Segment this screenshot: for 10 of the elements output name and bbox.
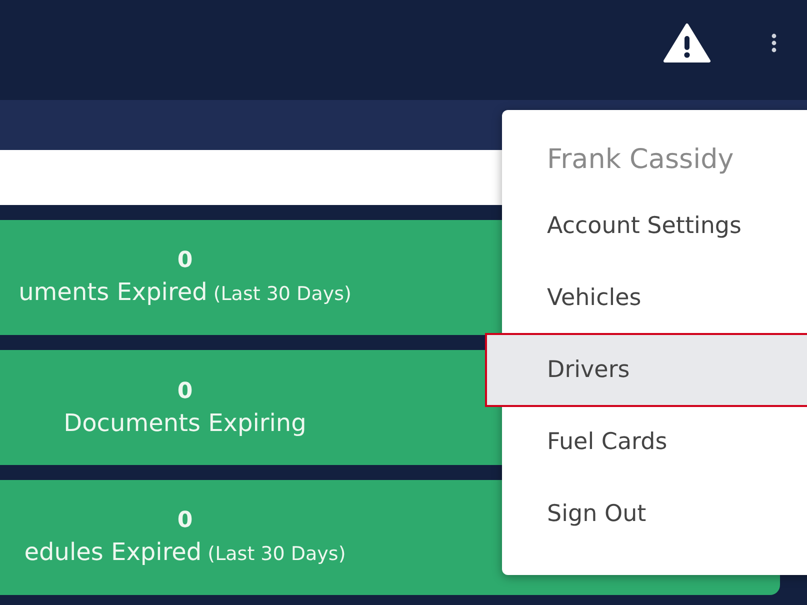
stat-label: Documents Expiring — [64, 408, 306, 438]
stat-count: 0 — [177, 246, 193, 274]
stat-label: uments Expired (Last 30 Days) — [18, 276, 352, 308]
menu-item[interactable]: Drivers — [486, 334, 807, 406]
user-name: Frank Cassidy — [546, 143, 735, 177]
stat-count: 0 — [177, 506, 193, 534]
stat-count: 0 — [177, 378, 193, 406]
warning-icon[interactable] — [663, 23, 711, 63]
stat-label: edules Expired (Last 30 Days) — [24, 536, 346, 568]
more-icon[interactable] — [771, 33, 777, 53]
